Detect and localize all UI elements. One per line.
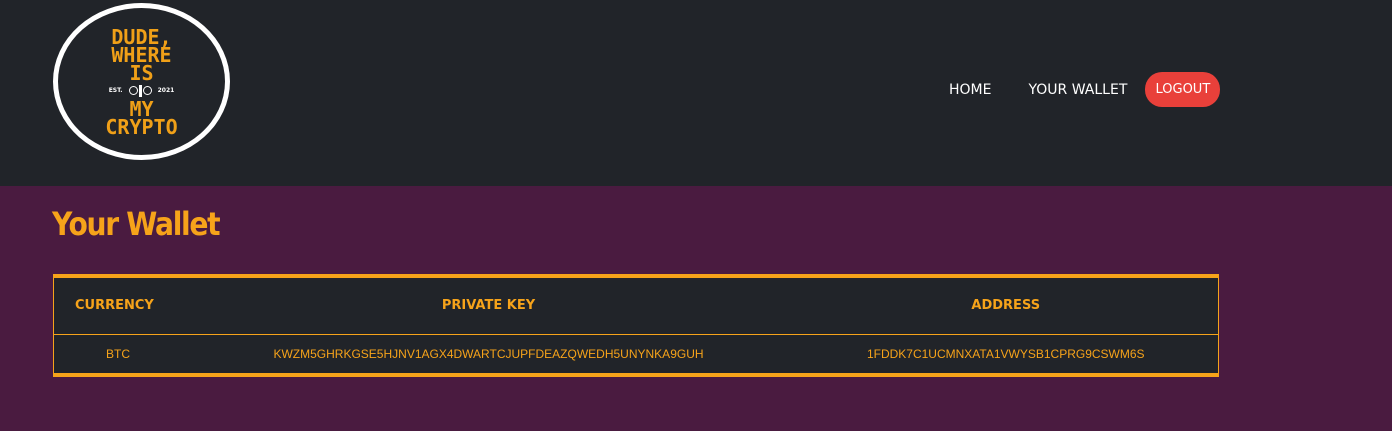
site-logo[interactable]: DUDE, WHERE IS EST. 2021 MY CRYPTO — [53, 3, 230, 160]
site-header: DUDE, WHERE IS EST. 2021 MY CRYPTO HOME … — [0, 0, 1392, 186]
main-nav: HOME YOUR WALLET LOGOUT — [930, 72, 1221, 107]
nav-your-wallet-link[interactable]: YOUR WALLET — [1028, 82, 1127, 98]
bar-icon — [138, 84, 142, 97]
logo-line-crypto: CRYPTO — [105, 114, 178, 139]
column-header-currency: CURRENCY — [53, 276, 184, 335]
wallet-table: CURRENCY PRIVATE KEY ADDRESS BTC KWZM5GH… — [53, 274, 1219, 377]
nav-home-link[interactable]: HOME — [949, 82, 991, 98]
table-header-row: CURRENCY PRIVATE KEY ADDRESS — [53, 276, 1219, 335]
logo-est-row: EST. 2021 — [108, 84, 175, 97]
logo-line-is: IS — [129, 60, 154, 85]
coin-icon — [142, 86, 152, 95]
cell-address: 1FDDK7C1UCMNXATA1VWYSB1CPRG9CSWM6S — [866, 346, 1145, 361]
wallet-table-head: CURRENCY PRIVATE KEY ADDRESS — [53, 276, 1219, 335]
wallet-table-body: BTC KWZM5GHRKGSE5HJNV1AGX4DWARTCJUPFDEAZ… — [54, 334, 1219, 375]
column-header-address: ADDRESS — [793, 276, 1219, 335]
coins-icon — [128, 84, 152, 97]
cell-private-key: KWZM5GHRKGSE5HJNV1AGX4DWARTCJUPFDEAZQWED… — [273, 346, 704, 361]
coin-icon — [128, 86, 138, 95]
table-row: BTC KWZM5GHRKGSE5HJNV1AGX4DWARTCJUPFDEAZ… — [54, 334, 1219, 375]
logo-est-label: EST. — [108, 87, 123, 94]
cell-currency: BTC — [106, 346, 130, 361]
column-header-private-key: PRIVATE KEY — [183, 276, 794, 335]
logout-button[interactable]: LOGOUT — [1145, 72, 1221, 107]
page-title: Your Wallet — [52, 205, 221, 243]
logo-est-year: 2021 — [157, 87, 175, 94]
